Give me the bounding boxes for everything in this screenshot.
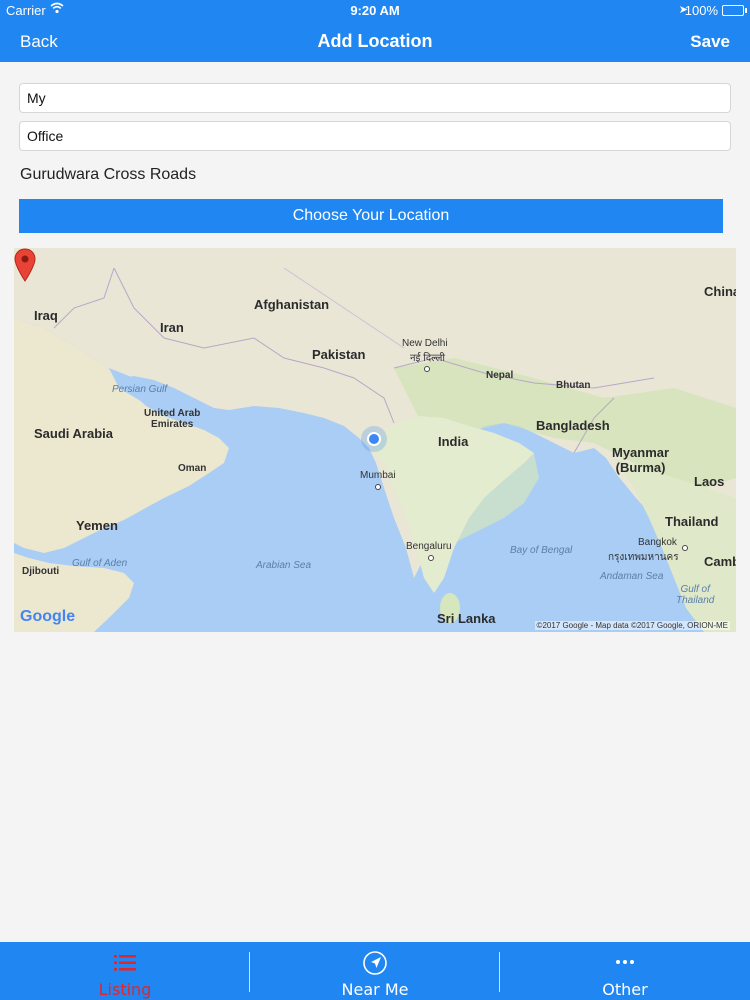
map-label-oman: Oman [178,463,207,474]
map-label-new-delhi: New Delhi [402,338,448,349]
battery-percent: 100% [684,3,718,18]
map-label-india: India [438,434,469,449]
map-copyright: ©2017 Google - Map data ©2017 Google, OR… [534,621,730,630]
choose-location-button[interactable]: Choose Your Location [19,199,723,233]
tab-listing[interactable]: Listing [0,942,250,1000]
location-name-field-2[interactable] [19,121,731,151]
tab-other-label: Other [602,980,648,999]
map-label-thailand: Thailand [665,514,719,529]
map-label-bengaluru: Bengaluru [406,541,452,552]
location-name-field-1[interactable] [19,83,731,113]
map-label-arabian-sea: Arabian Sea [256,560,312,571]
map-view[interactable]: Iraq Iran Afghanistan Pakistan New Delhi… [14,248,736,632]
navigation-bar: Back Add Location Save [0,22,750,62]
tab-near-me-label: Near Me [341,980,409,999]
tab-listing-label: Listing [98,980,152,999]
address-label: Gurudwara Cross Roads [20,166,197,183]
map-label-pakistan: Pakistan [312,347,366,362]
map-label-bangkok-thai: กรุงเทพมหานคร [608,552,679,563]
map-label-saudi-arabia: Saudi Arabia [34,426,113,441]
map-label-afghanistan: Afghanistan [254,297,330,312]
more-dots-icon [616,960,634,964]
navigation-arrow-icon [363,951,387,975]
map-label-mumbai: Mumbai [360,470,396,481]
bangkok-marker-icon [682,545,688,551]
map-label-nepal: Nepal [486,370,514,381]
mumbai-marker-icon [375,484,381,490]
map-label-iran: Iran [160,320,184,335]
map-label-myanmar: Myanmar (Burma) [612,445,670,475]
map-label-laos: Laos [694,474,725,489]
status-bar: Carrier 9:20 AM ➤ 100% [0,0,750,22]
map-label-uae: United Arab Emirates [144,408,201,430]
map-label-bay-of-bengal: Bay of Bengal [510,545,573,556]
map-label-bangladesh: Bangladesh [536,418,610,433]
map-label-djibouti: Djibouti [22,566,60,577]
map-label-bangkok: Bangkok [638,537,677,548]
map-label-andaman-sea: Andaman Sea [600,571,664,582]
google-logo: Google [20,608,76,625]
map-label-china: China [704,284,736,299]
map-label-persian-gulf: Persian Gulf [112,384,168,395]
status-time: 9:20 AM [350,3,400,18]
page-title: Add Location [317,31,433,51]
current-location-dot-icon [367,432,381,446]
new-delhi-marker-icon [424,366,430,372]
list-icon [114,955,136,971]
tab-bar: Listing Near Me Other [0,942,750,1000]
save-button[interactable]: Save [690,32,730,52]
map-label-bhutan: Bhutan [556,380,591,391]
map-label-new-delhi-hindi: नई दिल्ली [410,353,446,364]
map-label-sri-lanka: Sri Lanka [437,611,496,626]
map-label-iraq: Iraq [34,308,58,323]
map-label-yemen: Yemen [76,518,118,533]
tab-near-me[interactable]: Near Me [250,942,500,1000]
battery-icon [722,5,747,16]
tab-other[interactable]: Other [500,942,750,1000]
location-pin-icon[interactable] [14,248,36,282]
map-label-gulf-of-aden: Gulf of Aden [72,558,128,569]
bengaluru-marker-icon [428,555,434,561]
map-label-cambodia: Camb [704,554,736,569]
map-label-gulf-of-thailand: Gulf of Thailand [676,584,715,606]
